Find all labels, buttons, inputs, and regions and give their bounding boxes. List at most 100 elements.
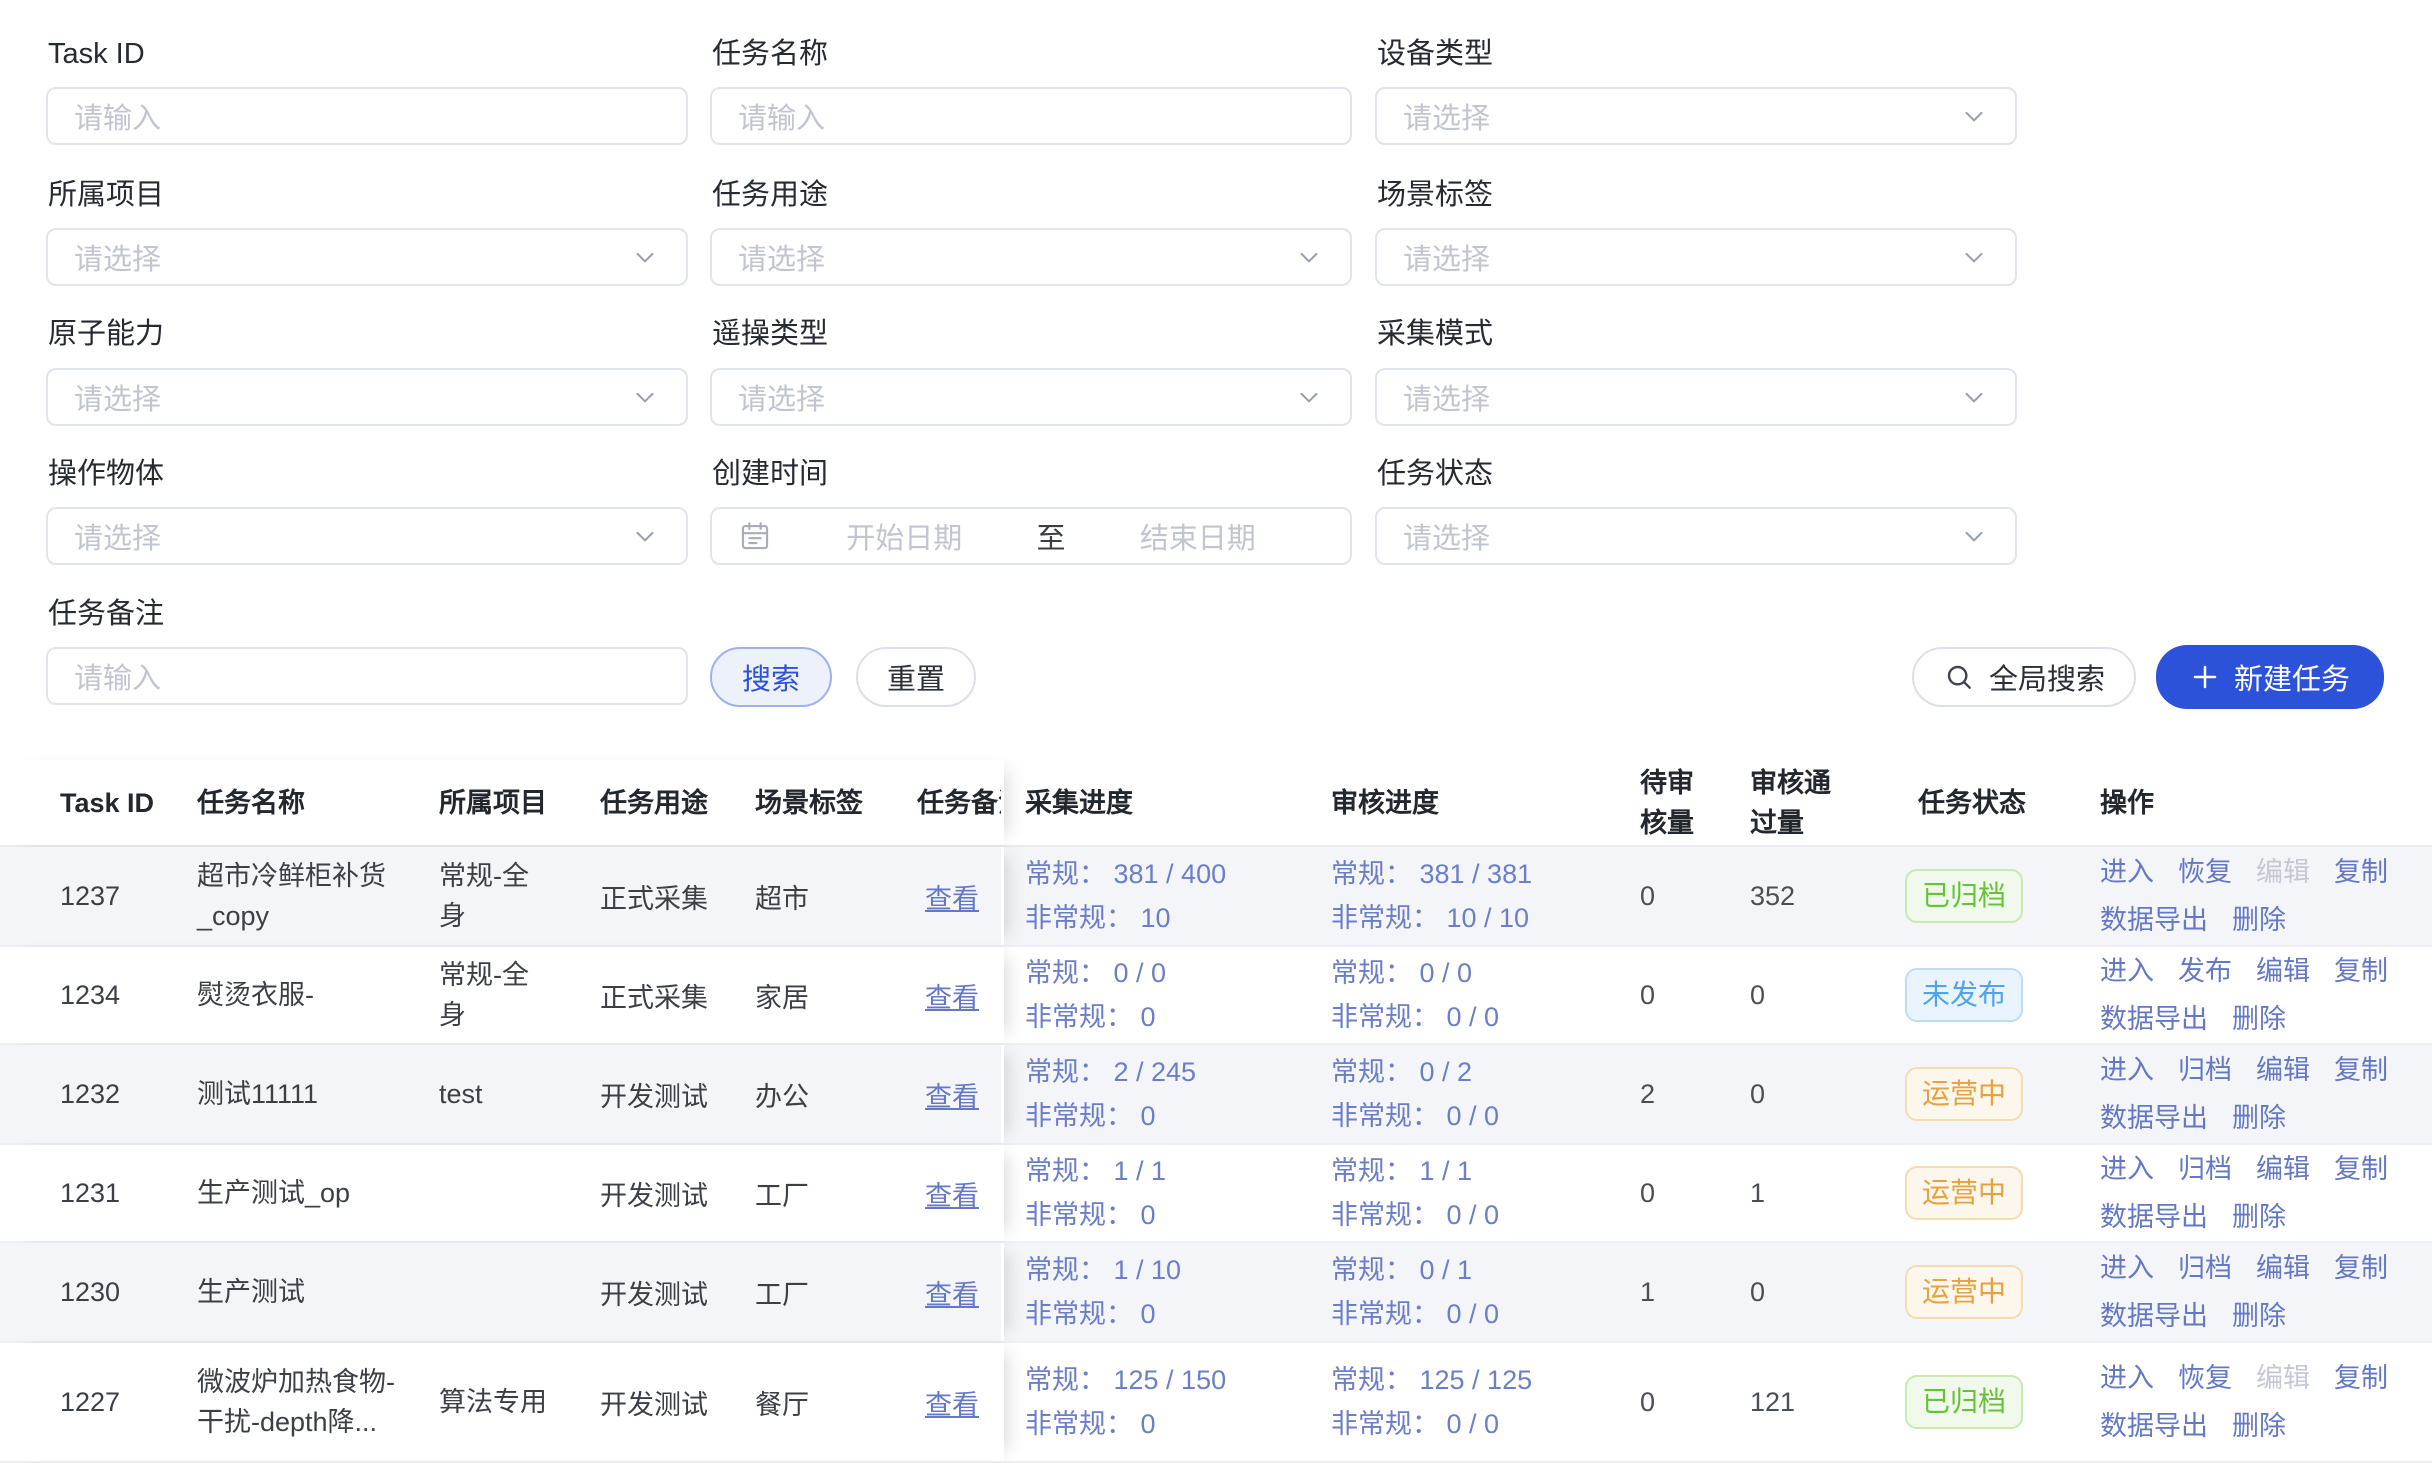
action-copy[interactable]: 复制 bbox=[2334, 1149, 2388, 1189]
col-header-collect: 采集进度 bbox=[1025, 760, 1325, 845]
cell-review-progress: 常规： 0 / 0非常规： 0 / 0 bbox=[1331, 947, 1636, 1043]
col-header-approved: 审核通过量 bbox=[1750, 760, 1892, 845]
filter-label-task-name: 任务名称 bbox=[712, 37, 828, 71]
reset-button[interactable]: 重置 bbox=[856, 647, 976, 707]
action-archive[interactable]: 归档 bbox=[2178, 1149, 2232, 1189]
task-status-placeholder: 请选择 bbox=[1403, 515, 1490, 557]
global-search-button[interactable]: 全局搜索 bbox=[1912, 647, 2136, 707]
col-header-taskid: Task ID bbox=[60, 760, 190, 845]
table-row: 1227微波炉加热食物-干扰-depth降...算法专用开发测试餐厅查看常规： … bbox=[0, 1343, 2432, 1463]
action-export[interactable]: 数据导出 bbox=[2100, 1406, 2208, 1446]
action-delete[interactable]: 删除 bbox=[2232, 900, 2286, 940]
col-header-actions: 操作 bbox=[2100, 760, 2392, 845]
action-copy[interactable]: 复制 bbox=[2334, 852, 2388, 892]
task-name-input[interactable]: 请输入 bbox=[710, 87, 1352, 145]
atomic-ability-select[interactable]: 请选择 bbox=[46, 368, 688, 426]
project-select[interactable]: 请选择 bbox=[46, 228, 688, 286]
filter-label-task-note: 任务备注 bbox=[48, 597, 164, 631]
new-task-button[interactable]: 新建任务 bbox=[2156, 645, 2384, 709]
action-export[interactable]: 数据导出 bbox=[2100, 1296, 2208, 1336]
action-copy[interactable]: 复制 bbox=[2334, 951, 2388, 991]
task-id-input[interactable]: 请输入 bbox=[46, 87, 688, 145]
cell-task-name: 超市冷鲜柜补货_copy bbox=[197, 847, 429, 945]
date-range-separator: 至 bbox=[1031, 515, 1072, 557]
scene-tag-select[interactable]: 请选择 bbox=[1375, 228, 2017, 286]
cell-review-progress: 常规： 0 / 2非常规： 0 / 0 bbox=[1331, 1045, 1636, 1143]
note-view-link[interactable]: 查看 bbox=[925, 976, 979, 1015]
action-export[interactable]: 数据导出 bbox=[2100, 900, 2208, 940]
calendar-icon bbox=[738, 519, 772, 553]
action-copy[interactable]: 复制 bbox=[2334, 1358, 2388, 1398]
filter-label-create-time: 创建时间 bbox=[712, 457, 828, 491]
create-time-range[interactable]: 开始日期至结束日期 bbox=[710, 507, 1352, 565]
chevron-down-icon bbox=[1294, 242, 1324, 272]
action-delete[interactable]: 删除 bbox=[2232, 999, 2286, 1039]
chevron-down-icon bbox=[1959, 382, 1989, 412]
scroll-pane: 采集进度审核进度待审核量审核通过量任务状态操作 bbox=[1004, 760, 2432, 845]
task-management-page: Task ID请输入任务名称请输入设备类型请选择所属项目请选择任务用途请选择场景… bbox=[0, 0, 2432, 1436]
action-delete[interactable]: 删除 bbox=[2232, 1296, 2286, 1336]
cell-task-id: 1237 bbox=[60, 847, 190, 945]
action-delete[interactable]: 删除 bbox=[2232, 1098, 2286, 1138]
action-restore[interactable]: 恢复 bbox=[2178, 1358, 2232, 1398]
cell-pending-count: 0 bbox=[1640, 947, 1746, 1043]
action-edit[interactable]: 编辑 bbox=[2256, 951, 2310, 991]
action-export[interactable]: 数据导出 bbox=[2100, 1197, 2208, 1237]
action-copy[interactable]: 复制 bbox=[2334, 1248, 2388, 1288]
fixed-pane: 1234熨烫衣服-常规-全身正式采集家居查看 bbox=[0, 947, 1004, 1043]
note-view-link[interactable]: 查看 bbox=[925, 1383, 979, 1422]
cell-actions: 进入恢复编辑复制数据导出删除 bbox=[2100, 847, 2392, 945]
action-publish[interactable]: 发布 bbox=[2178, 951, 2232, 991]
teleop-type-select[interactable]: 请选择 bbox=[710, 368, 1352, 426]
col-header-status: 任务状态 bbox=[1918, 760, 2108, 845]
status-badge: 运营中 bbox=[1905, 1067, 2023, 1121]
collect-mode-select[interactable]: 请选择 bbox=[1375, 368, 2017, 426]
action-enter[interactable]: 进入 bbox=[2100, 1248, 2154, 1288]
new-task-label: 新建任务 bbox=[2234, 656, 2350, 698]
filter-label-operate-object: 操作物体 bbox=[48, 457, 164, 491]
status-badge: 运营中 bbox=[1905, 1166, 2023, 1220]
action-enter[interactable]: 进入 bbox=[2100, 951, 2154, 991]
action-export[interactable]: 数据导出 bbox=[2100, 999, 2208, 1039]
col-header-purpose: 任务用途 bbox=[600, 760, 748, 845]
chevron-down-icon bbox=[630, 242, 660, 272]
task-status-select[interactable]: 请选择 bbox=[1375, 507, 2017, 565]
task-note-input[interactable]: 请输入 bbox=[46, 647, 688, 705]
action-delete[interactable]: 删除 bbox=[2232, 1197, 2286, 1237]
action-enter[interactable]: 进入 bbox=[2100, 1050, 2154, 1090]
action-enter[interactable]: 进入 bbox=[2100, 1149, 2154, 1189]
col-header-review: 审核进度 bbox=[1331, 760, 1636, 845]
action-enter[interactable]: 进入 bbox=[2100, 1358, 2154, 1398]
action-export[interactable]: 数据导出 bbox=[2100, 1098, 2208, 1138]
device-type-select[interactable]: 请选择 bbox=[1375, 87, 2017, 145]
action-edit[interactable]: 编辑 bbox=[2256, 1050, 2310, 1090]
action-delete[interactable]: 删除 bbox=[2232, 1406, 2286, 1446]
action-edit[interactable]: 编辑 bbox=[2256, 1149, 2310, 1189]
task-purpose-select[interactable]: 请选择 bbox=[710, 228, 1352, 286]
note-view-link[interactable]: 查看 bbox=[925, 1174, 979, 1213]
scroll-pane: 常规： 1 / 10非常规： 0常规： 0 / 1非常规： 0 / 010运营中… bbox=[1004, 1243, 2432, 1341]
cell-task-id: 1234 bbox=[60, 947, 190, 1043]
note-view-link[interactable]: 查看 bbox=[925, 877, 979, 916]
fixed-pane: 1237超市冷鲜柜补货_copy常规-全身正式采集超市查看 bbox=[0, 847, 1004, 945]
cell-purpose: 正式采集 bbox=[600, 847, 748, 945]
action-edit[interactable]: 编辑 bbox=[2256, 1248, 2310, 1288]
filter-label-collect-mode: 采集模式 bbox=[1377, 317, 1493, 351]
action-copy[interactable]: 复制 bbox=[2334, 1050, 2388, 1090]
action-restore[interactable]: 恢复 bbox=[2178, 852, 2232, 892]
note-view-link[interactable]: 查看 bbox=[925, 1273, 979, 1312]
scroll-pane: 常规： 1 / 1非常规： 0常规： 1 / 1非常规： 0 / 001运营中进… bbox=[1004, 1145, 2432, 1241]
search-button[interactable]: 搜索 bbox=[710, 647, 832, 707]
status-badge: 已归档 bbox=[1905, 869, 2023, 923]
cell-note: 查看 bbox=[925, 1243, 1001, 1341]
action-archive[interactable]: 归档 bbox=[2178, 1248, 2232, 1288]
cell-pending-count: 0 bbox=[1640, 847, 1746, 945]
filter-label-atomic-ability: 原子能力 bbox=[48, 317, 164, 351]
search-button-label: 搜索 bbox=[742, 656, 800, 698]
operate-object-select[interactable]: 请选择 bbox=[46, 507, 688, 565]
action-enter[interactable]: 进入 bbox=[2100, 852, 2154, 892]
action-archive[interactable]: 归档 bbox=[2178, 1050, 2232, 1090]
table-row: 1232测试11111test开发测试办公查看常规： 2 / 245非常规： 0… bbox=[0, 1045, 2432, 1145]
note-view-link[interactable]: 查看 bbox=[925, 1075, 979, 1114]
cell-review-progress: 常规： 1 / 1非常规： 0 / 0 bbox=[1331, 1145, 1636, 1241]
